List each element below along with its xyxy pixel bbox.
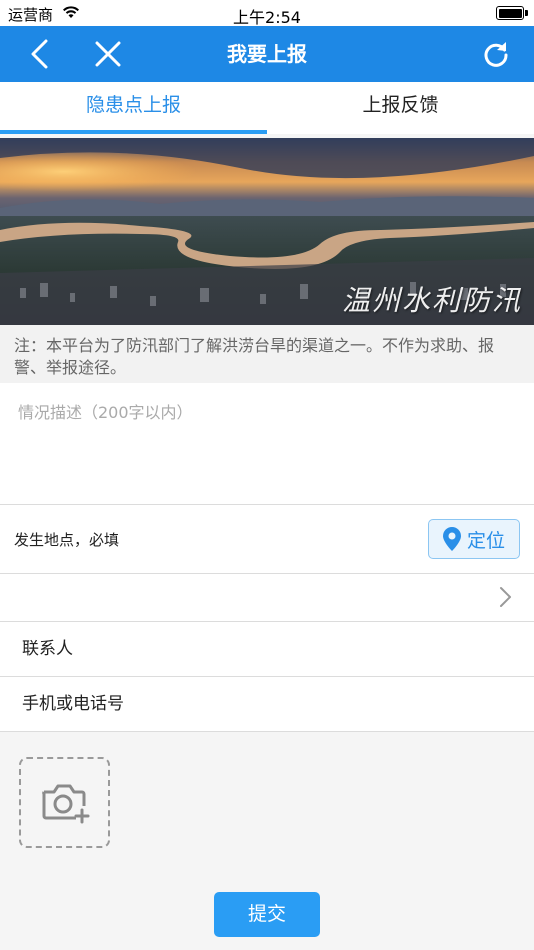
disclaimer-notice: 注：本平台为了防汛部门了解洪涝台旱的渠道之一。不作为求助、报警、举报途径。 — [0, 325, 534, 383]
contact-input[interactable] — [0, 622, 534, 676]
submit-button[interactable]: 提交 — [214, 892, 320, 937]
status-bar: 运营商 上午2:54 — [0, 0, 534, 27]
banner-caption: 温州水利防汛 — [341, 284, 522, 317]
phone-row — [0, 677, 534, 732]
refresh-icon — [484, 42, 508, 67]
status-time: 上午2:54 — [233, 8, 301, 27]
nav-bar: 我要上报 — [0, 26, 534, 82]
chevron-right-icon — [500, 587, 511, 607]
refresh-button[interactable] — [468, 26, 524, 82]
battery-icon — [496, 6, 528, 20]
locate-button[interactable]: 定位 — [428, 519, 520, 559]
camera-add-icon — [41, 784, 89, 823]
add-photo-button[interactable] — [19, 757, 110, 848]
tab-report-feedback[interactable]: 上报反馈 — [267, 82, 534, 130]
description-section — [0, 383, 534, 505]
tab-bar: 隐患点上报 上报反馈 — [0, 82, 534, 134]
map-pin-icon — [442, 527, 461, 551]
banner-image: 温州水利防汛 — [0, 138, 534, 325]
locate-button-label: 定位 — [466, 529, 505, 552]
description-input[interactable] — [0, 383, 534, 504]
contact-row — [0, 622, 534, 677]
active-tab-indicator — [0, 130, 267, 134]
location-label: 发生地点，必填 — [14, 531, 120, 549]
phone-input[interactable] — [0, 677, 534, 731]
location-row: 发生地点，必填 定位 — [0, 505, 534, 574]
report-screen: 运营商 上午2:54 我要上报 隐患点上报 上报反馈 温州水利防汛 注：本平台为… — [0, 0, 534, 950]
tab-hazard-report[interactable]: 隐患点上报 — [0, 82, 267, 130]
page-title: 我要上报 — [227, 42, 307, 66]
address-selector[interactable] — [0, 574, 534, 622]
